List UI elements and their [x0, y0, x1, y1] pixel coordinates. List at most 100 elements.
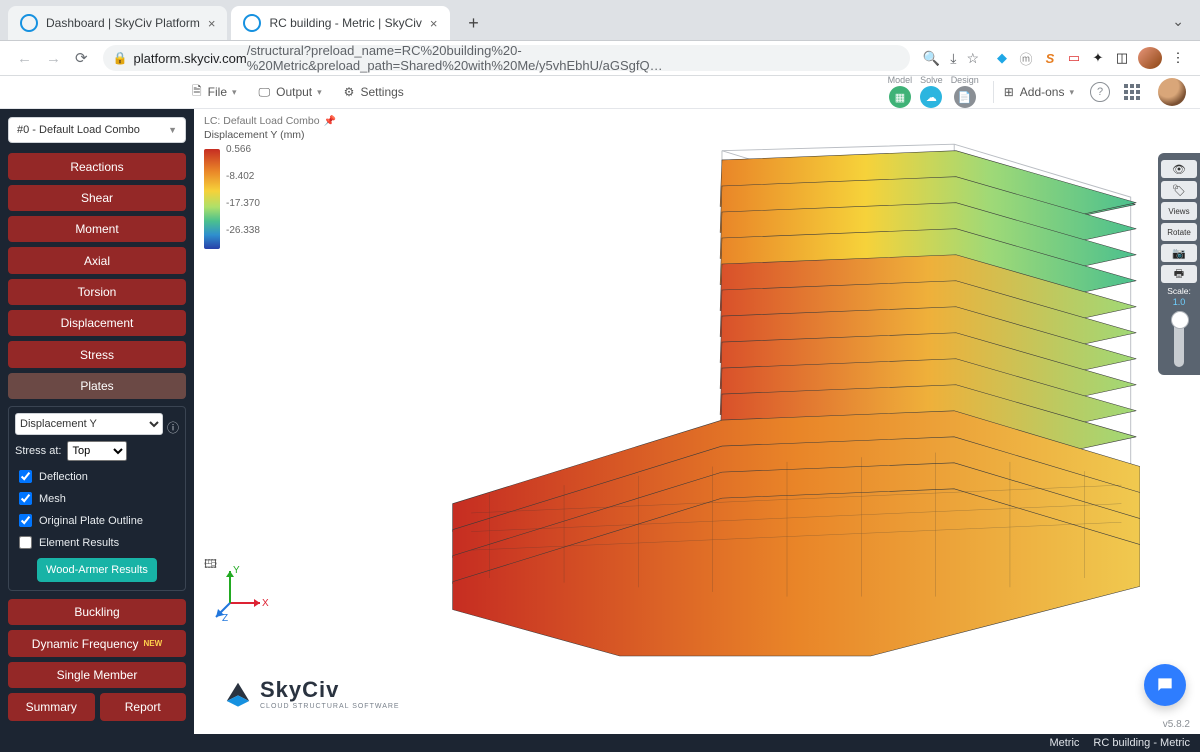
version-label: v5.8.2: [1163, 719, 1190, 730]
output-menu[interactable]: 🖵 Output ▾: [259, 85, 322, 100]
gear-icon: ⚙: [344, 85, 355, 99]
favicon-icon: [20, 14, 38, 32]
outline-checkbox[interactable]: [19, 514, 32, 527]
mesh-checkbox[interactable]: [19, 492, 32, 505]
deflection-label: Deflection: [39, 471, 88, 483]
element-results-checkbox[interactable]: [19, 536, 32, 549]
results-sidebar: #0 - Default Load Combo ▼ Reactions Shea…: [0, 109, 194, 734]
apps-icon[interactable]: [1124, 84, 1140, 100]
new-tab-button[interactable]: +: [460, 9, 488, 37]
svg-text:Y: Y: [233, 565, 240, 576]
load-combo-select[interactable]: #0 - Default Load Combo ▼: [8, 117, 186, 143]
moment-button[interactable]: Moment: [8, 216, 186, 242]
favicon-icon: [243, 14, 261, 32]
report-button[interactable]: Report: [100, 693, 187, 721]
file-icon: 🗎: [192, 82, 202, 103]
svg-text:X: X: [262, 598, 269, 609]
addons-menu[interactable]: ⊞ Add-ons ▾: [1004, 85, 1074, 99]
back-icon[interactable]: ←: [10, 50, 39, 67]
wood-armer-button[interactable]: Wood-Armer Results: [37, 558, 157, 582]
mode-design[interactable]: Design 📄: [951, 76, 979, 108]
mode-model[interactable]: Model ▦: [888, 76, 913, 108]
close-icon[interactable]: ×: [430, 16, 438, 31]
reload-icon[interactable]: ⟳: [68, 49, 95, 67]
plates-button[interactable]: Plates: [8, 373, 186, 399]
rotate-button[interactable]: Rotate: [1161, 223, 1197, 241]
single-member-button[interactable]: Single Member: [8, 662, 186, 688]
forward-icon[interactable]: →: [39, 50, 68, 67]
scale-value: 1.0: [1161, 297, 1197, 307]
views-button[interactable]: Views: [1161, 202, 1197, 220]
browser-tab[interactable]: RC building - Metric | SkyCiv ×: [231, 6, 449, 40]
status-units: Metric: [1049, 737, 1079, 749]
stress-at-label: Stress at:: [15, 445, 61, 457]
color-gradient: [204, 149, 220, 249]
menu-icon[interactable]: ⋮: [1166, 50, 1190, 66]
skyciv-logo: SkyCiv CLOUD STRUCTURAL SOFTWARE: [224, 677, 400, 710]
shear-button[interactable]: Shear: [8, 185, 186, 211]
addons-icon: ⊞: [1004, 85, 1014, 99]
settings-menu[interactable]: ⚙ Settings: [344, 85, 404, 99]
ext-icon[interactable]: S: [1038, 51, 1062, 66]
tab-title: Dashboard | SkyCiv Platform: [46, 16, 200, 30]
visibility-button[interactable]: 👁: [1161, 160, 1197, 178]
new-badge: NEW: [144, 639, 163, 648]
dynamic-frequency-button[interactable]: Dynamic Frequency NEW: [8, 630, 186, 656]
displacement-button[interactable]: Displacement: [8, 310, 186, 336]
browser-url-bar: ← → ⟳ 🔒 platform.skyciv.com/structural?p…: [0, 41, 1200, 76]
install-icon[interactable]: ⤓: [945, 50, 961, 67]
status-bar: Metric RC building - Metric: [0, 734, 1200, 752]
legend-lc: LC: Default Load Combo: [204, 115, 320, 127]
bookmark-icon[interactable]: ☆: [961, 50, 984, 67]
user-avatar[interactable]: [1158, 78, 1186, 106]
ext-icon[interactable]: ▭: [1062, 50, 1086, 66]
browser-tab[interactable]: Dashboard | SkyCiv Platform ×: [8, 6, 227, 40]
profile-avatar[interactable]: [1138, 47, 1162, 69]
chat-button[interactable]: [1144, 664, 1186, 706]
axial-button[interactable]: Axial: [8, 247, 186, 273]
close-icon[interactable]: ×: [208, 16, 216, 31]
info-icon[interactable]: ⓘ: [167, 419, 179, 436]
camera-button[interactable]: 📷: [1161, 244, 1197, 262]
extensions-icon[interactable]: ✦: [1086, 50, 1110, 66]
element-results-label: Element Results: [39, 537, 119, 549]
print-button[interactable]: 🖶: [1161, 265, 1197, 283]
torsion-button[interactable]: Torsion: [8, 279, 186, 305]
3d-viewport[interactable]: LC: Default Load Combo 📌 Displacement Y (…: [194, 109, 1200, 734]
result-type-select[interactable]: Displacement Y: [15, 413, 163, 435]
outline-label: Original Plate Outline: [39, 515, 143, 527]
summary-button[interactable]: Summary: [8, 693, 95, 721]
search-icon[interactable]: 🔍: [918, 50, 945, 67]
pin-icon[interactable]: 📌: [324, 116, 336, 127]
deflection-checkbox[interactable]: [19, 470, 32, 483]
legend-metric: Displacement Y (mm): [204, 129, 336, 141]
output-label: Output: [276, 85, 312, 99]
stress-button[interactable]: Stress: [8, 341, 186, 367]
ext-icon[interactable]: ⓜ: [1014, 49, 1038, 68]
load-combo-value: #0 - Default Load Combo: [17, 124, 140, 136]
labels-button[interactable]: 🏷: [1161, 181, 1197, 199]
caret-icon: ▾: [317, 87, 322, 98]
addons-label: Add-ons: [1020, 85, 1065, 99]
stress-at-select[interactable]: Top: [67, 441, 127, 461]
tab-title: RC building - Metric | SkyCiv: [269, 16, 421, 30]
chevron-down-icon: ▼: [168, 125, 177, 135]
file-menu[interactable]: 🗎 File ▾: [192, 82, 237, 103]
extensions: ◆ ⓜ S ▭ ✦ ◫ ⋮: [984, 47, 1190, 69]
caret-icon: ▾: [232, 87, 237, 98]
svg-text:Z: Z: [222, 613, 228, 623]
monitor-icon: 🖵: [259, 85, 271, 100]
reactions-button[interactable]: Reactions: [8, 153, 186, 179]
mode-solve[interactable]: Solve ☁: [920, 76, 943, 108]
ext-icon[interactable]: ◆: [990, 50, 1014, 66]
side-panel-icon[interactable]: ◫: [1110, 50, 1134, 66]
address-field[interactable]: 🔒 platform.skyciv.com/structural?preload…: [103, 45, 910, 71]
caret-icon: ▾: [1069, 87, 1074, 98]
help-icon[interactable]: ?: [1090, 82, 1110, 102]
view-toolbar: 👁 🏷 Views Rotate 📷 🖶 Scale: 1.0: [1158, 153, 1200, 375]
tab-overflow-icon[interactable]: ⌄: [1164, 9, 1192, 34]
scale-label: Scale:: [1161, 286, 1197, 296]
buckling-button[interactable]: Buckling: [8, 599, 186, 625]
scale-slider[interactable]: [1174, 311, 1184, 367]
legend-ticks: 0.566 -8.402 -17.370 -26.338: [226, 145, 260, 253]
